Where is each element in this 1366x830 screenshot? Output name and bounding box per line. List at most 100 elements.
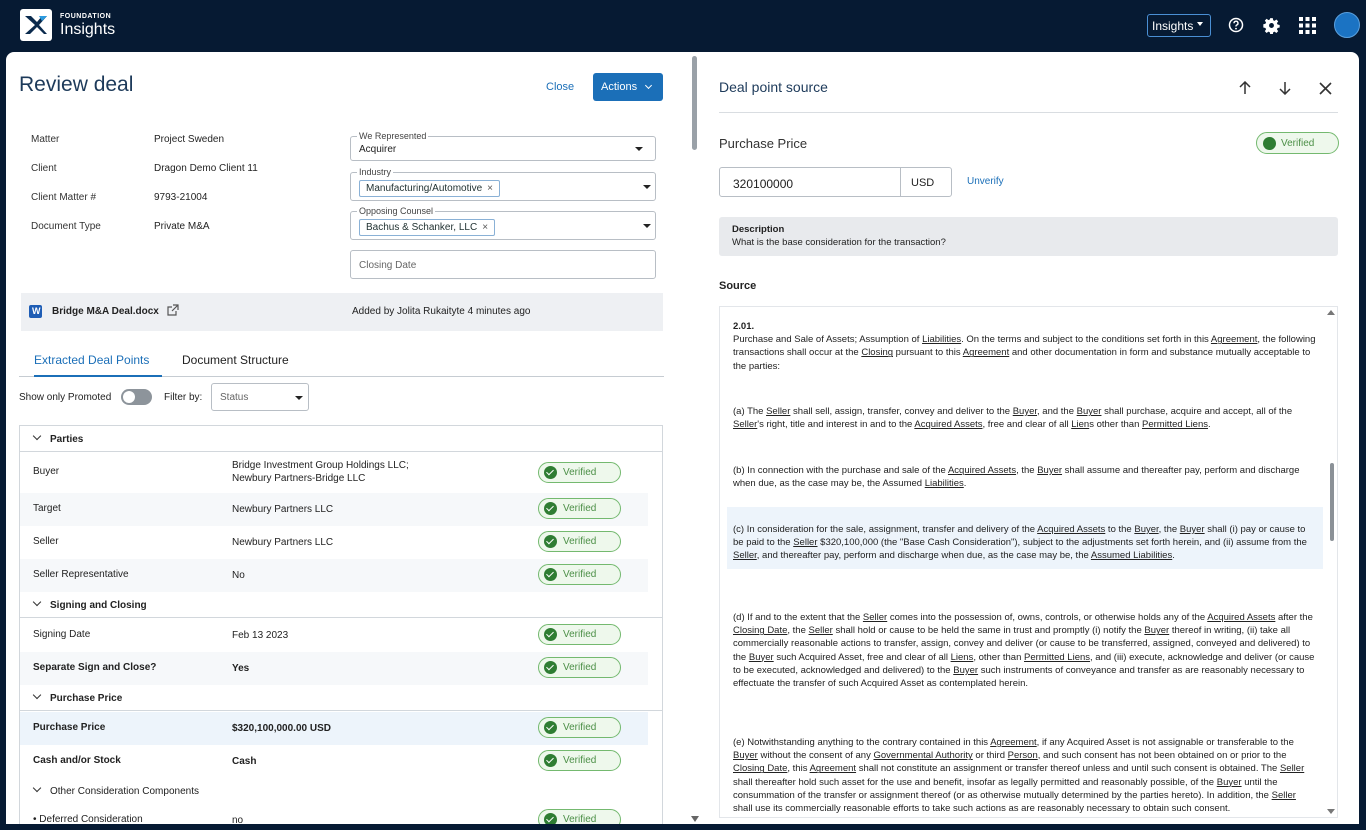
splitter-scroll-thumb[interactable] [692,56,697,150]
status-badge-label: Verified [563,662,597,673]
chevron-down-icon [643,185,651,189]
open-external-icon[interactable] [166,304,179,322]
help-icon[interactable] [1228,17,1244,38]
panel-splitter[interactable] [690,52,700,824]
status-badge[interactable]: Verified [538,717,621,738]
arrow-down-icon[interactable] [1278,81,1292,95]
row-value: no [232,815,244,824]
gear-icon[interactable] [1263,17,1280,39]
check-circle-icon [544,535,557,548]
meta-label: Client Matter # [31,192,97,203]
avatar[interactable] [1334,12,1360,38]
meta-label: Document Type [31,221,101,232]
section-title: Parties [50,434,84,445]
row-key: Seller [33,536,59,547]
section-title: Signing and Closing [50,600,147,611]
row-key: Target [33,503,61,514]
status-badge[interactable]: Verified [538,462,621,483]
check-circle-icon [544,721,557,734]
word-doc-icon: W [29,305,42,318]
closing-date-field[interactable]: Closing Date [350,250,656,279]
industry-chip-label: Manufacturing/Automotive [366,183,483,194]
status-badge[interactable]: Verified [1256,132,1339,154]
section-header-purchase-price[interactable]: Purchase Price [20,685,662,711]
status-badge-label: Verified [563,722,597,733]
table-row[interactable]: Purchase Price $320,100,000.00 USD Verif… [20,712,648,745]
status-badge[interactable]: Verified [538,809,621,824]
status-badge[interactable]: Verified [538,624,621,645]
status-badge[interactable]: Verified [538,564,621,585]
opposing-counsel-select[interactable]: Opposing Counsel Bachus & Schanker, LLC × [350,206,656,240]
close-icon[interactable] [1319,82,1332,95]
section-title: Other Consideration Components [50,786,199,797]
close-icon[interactable]: × [487,183,493,194]
divider [719,112,1338,113]
source-text-viewer[interactable]: 2.01. Purchase and Sale of Assets; Assump… [719,306,1338,818]
source-scrollbar[interactable] [1325,307,1337,817]
scroll-down-icon[interactable] [1327,809,1335,814]
source-paragraph-highlighted: (c) In consideration for the sale, assig… [727,507,1323,569]
scroll-down-icon[interactable] [691,816,699,822]
status-badge[interactable]: Verified [538,531,621,552]
table-row[interactable]: Separate Sign and Close? Yes Verified [20,652,648,685]
table-row[interactable]: • Deferred Consideration no Verified [20,806,648,824]
document-row: W Bridge M&A Deal.docx Added by Jolita R… [21,293,663,331]
table-row[interactable]: Seller Representative No Verified [20,559,648,592]
table-row[interactable]: Seller Newbury Partners LLC Verified [20,526,648,559]
status-badge[interactable]: Verified [538,498,621,519]
status-filter-select[interactable]: Status [211,383,309,411]
status-badge-label: Verified [563,569,597,580]
section-header-signing-closing[interactable]: Signing and Closing [20,592,662,618]
app-switcher[interactable]: Insights [1147,14,1211,37]
foundation-logo-icon[interactable] [20,9,52,41]
section-title: Purchase Price [50,693,123,704]
app-grid-icon[interactable] [1299,17,1316,39]
industry-select[interactable]: Industry Manufacturing/Automotive × [350,167,656,201]
status-badge-label: Verified [563,629,597,640]
row-key: Cash and/or Stock [33,755,121,766]
amount-value: 320100000 [733,177,794,191]
tab-extracted-deal-points[interactable]: Extracted Deal Points [34,353,149,367]
row-key: Separate Sign and Close? [33,662,157,673]
document-added-by: Added by Jolita Rukaityte 4 minutes ago [352,306,531,317]
document-name[interactable]: Bridge M&A Deal.docx [52,306,159,317]
actions-label: Actions [601,81,638,93]
check-circle-icon [544,754,557,767]
show-promoted-toggle[interactable] [121,389,152,405]
status-badge[interactable]: Verified [538,750,621,771]
tab-document-structure[interactable]: Document Structure [182,353,289,367]
status-badge[interactable]: Verified [538,657,621,678]
source-label: Source [719,280,757,292]
amount-input[interactable]: 320100000 USD [719,167,952,197]
actions-button[interactable]: Actions [593,73,663,101]
filter-by-label: Filter by: [164,392,203,403]
chevron-down-icon [32,597,42,607]
show-promoted-label: Show only Promoted [19,392,112,403]
section-header-other-consideration[interactable]: Other Consideration Components [20,778,662,804]
we-represented-value: Acquirer [359,144,397,155]
industry-chip[interactable]: Manufacturing/Automotive × [359,180,501,197]
chevron-down-icon [644,81,653,90]
close-button[interactable]: Close [546,81,574,93]
table-row[interactable]: Signing Date Feb 13 2023 Verified [20,619,648,652]
scroll-up-icon[interactable] [1327,310,1335,315]
row-value: Newbury Partners LLC [232,537,334,548]
table-row[interactable]: Target Newbury Partners LLC Verified [20,493,648,526]
description-box: Description What is the base considerati… [719,217,1338,256]
source-scroll-thumb[interactable] [1330,463,1334,541]
brand-subtitle: FOUNDATION [60,13,112,20]
opposing-counsel-chip[interactable]: Bachus & Schanker, LLC × [359,219,496,236]
chevron-down-icon [295,396,303,400]
unverify-button[interactable]: Unverify [967,176,1004,187]
arrow-up-icon[interactable] [1238,81,1252,95]
table-row[interactable]: Buyer Bridge Investment Group Holdings L… [20,453,648,493]
table-row[interactable]: Cash and/or Stock Cash Verified [20,745,648,778]
row-value: Yes [232,663,250,674]
we-represented-select[interactable]: We Represented Acquirer [350,131,656,161]
description-text: What is the base consideration for the t… [732,237,946,248]
deal-points-table: Parties Buyer Bridge Investment Group Ho… [19,425,663,824]
close-icon[interactable]: × [482,222,488,233]
meta-label: Matter [31,134,60,145]
check-circle-icon [544,628,557,641]
section-header-parties[interactable]: Parties [20,426,662,452]
